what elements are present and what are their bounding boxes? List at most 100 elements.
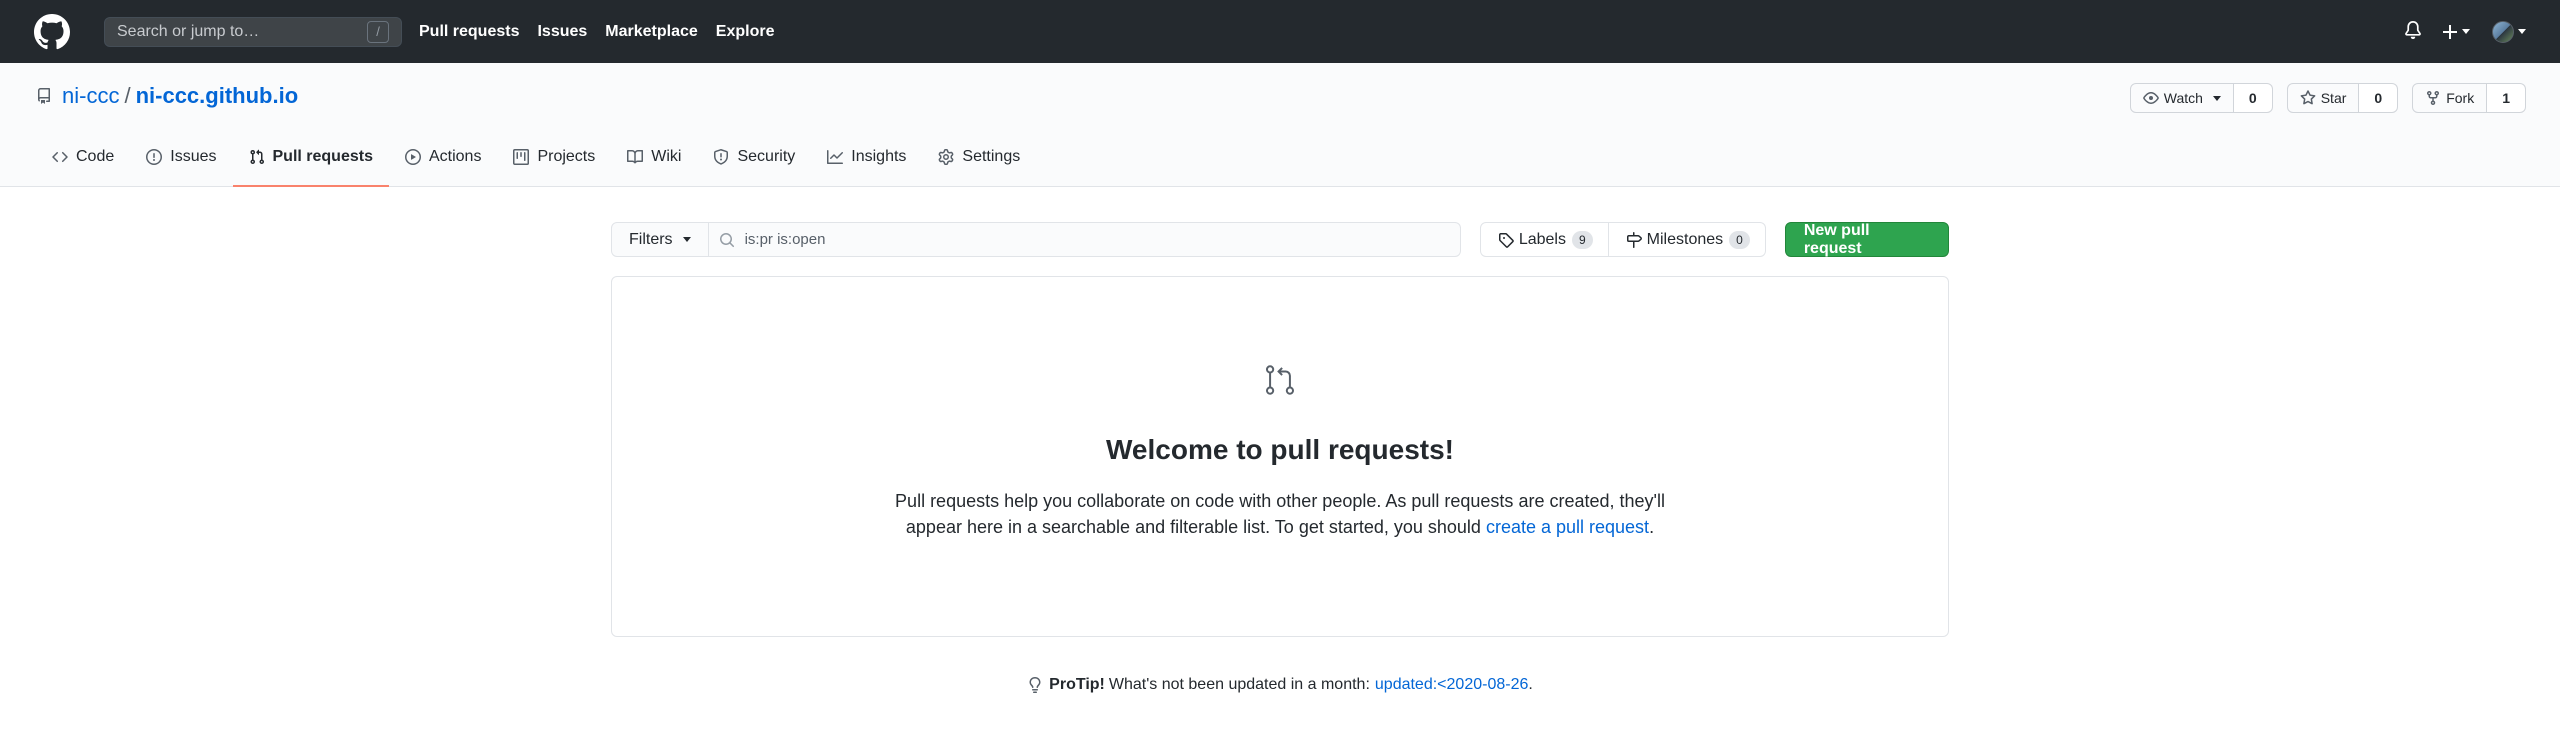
- tab-projects-label: Projects: [537, 147, 596, 165]
- blankslate-line-2-text: appear here in a searchable and filterab…: [905, 517, 1486, 537]
- repo-icon: [36, 88, 52, 104]
- new-pull-request-button[interactable]: New pull request: [1784, 222, 1949, 257]
- tab-wiki-label: Wiki: [651, 147, 682, 165]
- milestones-button[interactable]: Milestones 0: [1608, 222, 1766, 257]
- watch-group: Watch 0: [2129, 83, 2273, 113]
- repo-owner-link[interactable]: ni-ccc: [62, 83, 119, 109]
- protip-label: ProTip!: [1049, 676, 1105, 693]
- tab-wiki[interactable]: Wiki: [611, 128, 697, 187]
- fork-button[interactable]: Fork: [2412, 83, 2488, 113]
- labels-label: Labels: [1518, 230, 1566, 248]
- protip-query-link[interactable]: updated:<2020-08-26: [1375, 676, 1528, 694]
- blankslate: Welcome to pull requests! Pull requests …: [611, 276, 1949, 637]
- create-new-menu[interactable]: [2442, 24, 2470, 40]
- chevron-down-icon: [682, 237, 691, 242]
- filters-button[interactable]: Filters: [611, 222, 709, 257]
- bell-icon[interactable]: [2404, 19, 2422, 45]
- repo-actions: Watch 0 Star 0 Fork 1: [2116, 83, 2526, 113]
- shield-icon: [713, 148, 729, 165]
- blankslate-title: Welcome to pull requests!: [1106, 434, 1454, 465]
- global-search-input[interactable]: Search or jump to… /: [104, 16, 402, 47]
- chevron-down-icon: [2518, 29, 2526, 34]
- fork-count[interactable]: 1: [2487, 83, 2526, 113]
- repo-title: ni-ccc / ni-ccc.github.io: [36, 83, 298, 109]
- git-pull-request-icon: [1263, 363, 1297, 403]
- fork-label: Fork: [2446, 90, 2475, 106]
- tab-pull-requests[interactable]: Pull requests: [232, 128, 389, 187]
- labels-button[interactable]: Labels 9: [1479, 222, 1609, 257]
- project-icon: [513, 148, 530, 165]
- global-nav-pull-requests[interactable]: Pull requests: [419, 23, 519, 41]
- milestone-icon: [1626, 231, 1642, 248]
- tab-projects[interactable]: Projects: [497, 128, 611, 187]
- tab-issues[interactable]: Issues: [130, 128, 232, 187]
- milestones-count: 0: [1729, 230, 1750, 249]
- code-icon: [52, 149, 68, 165]
- top-header: Search or jump to… / Pull requests Issue…: [0, 0, 2560, 63]
- create-pull-request-link[interactable]: create a pull request: [1486, 517, 1649, 537]
- repo-name-link[interactable]: ni-ccc.github.io: [136, 83, 299, 109]
- avatar: [2492, 20, 2514, 43]
- user-menu[interactable]: [2492, 20, 2526, 43]
- protip: ProTip! What's not been updated in a mon…: [611, 676, 1949, 694]
- search-icon: [719, 232, 735, 248]
- blankslate-description: Pull requests help you collaborate on co…: [612, 488, 1948, 540]
- main-content: Filters Labels 9 Milestones 0 New pull r…: [611, 222, 1949, 693]
- blankslate-line-2: appear here in a searchable and filterab…: [612, 514, 1948, 540]
- issue-opened-icon: [146, 148, 163, 165]
- watch-button[interactable]: Watch: [2129, 83, 2234, 113]
- fork-icon: [2425, 90, 2441, 106]
- tab-security[interactable]: Security: [697, 128, 811, 187]
- search-shortcut-key: /: [367, 20, 389, 43]
- filters-label: Filters: [629, 230, 673, 248]
- protip-text: What's not been updated in a month:: [1108, 676, 1370, 693]
- protip-suffix: .: [1528, 676, 1533, 693]
- tag-icon: [1498, 232, 1514, 248]
- star-label: Star: [2320, 90, 2347, 106]
- tab-code-label: Code: [76, 147, 115, 165]
- light-bulb-icon: [1027, 676, 1043, 694]
- chevron-down-icon: [2212, 95, 2221, 101]
- github-logo-icon[interactable]: [34, 13, 70, 50]
- watch-label: Watch: [2163, 90, 2203, 106]
- tab-insights[interactable]: Insights: [811, 128, 922, 187]
- global-nav-explore[interactable]: Explore: [716, 23, 775, 41]
- repo-tabs: Code Issues Pull requests Actions Projec…: [36, 128, 1036, 187]
- tab-pull-requests-label: Pull requests: [272, 147, 373, 165]
- watch-count[interactable]: 0: [2233, 83, 2273, 113]
- plus-icon: [2443, 24, 2457, 39]
- star-count[interactable]: 0: [2359, 83, 2399, 113]
- tab-issues-label: Issues: [170, 147, 217, 165]
- star-icon: [2300, 90, 2316, 106]
- labels-count: 9: [1571, 230, 1593, 249]
- milestones-label: Milestones: [1646, 230, 1724, 248]
- star-button[interactable]: Star: [2286, 83, 2360, 113]
- gear-icon: [938, 148, 954, 165]
- tab-settings[interactable]: Settings: [922, 128, 1036, 187]
- tab-insights-label: Insights: [851, 147, 907, 165]
- star-group: Star 0: [2286, 83, 2399, 113]
- tab-security-label: Security: [737, 147, 796, 165]
- global-nav-marketplace[interactable]: Marketplace: [605, 23, 698, 41]
- header-actions: [2404, 0, 2526, 63]
- chevron-down-icon: [2462, 29, 2470, 34]
- global-nav-issues[interactable]: Issues: [537, 23, 587, 41]
- tab-actions-label: Actions: [428, 147, 482, 165]
- tab-actions[interactable]: Actions: [389, 128, 497, 187]
- fork-group: Fork 1: [2412, 83, 2526, 113]
- global-search-placeholder: Search or jump to…: [117, 22, 260, 40]
- tab-code[interactable]: Code: [36, 128, 130, 187]
- tab-settings-label: Settings: [962, 147, 1021, 165]
- play-icon: [404, 148, 421, 165]
- labels-milestones-group: Labels 9 Milestones 0: [1479, 222, 1766, 257]
- eye-icon: [2142, 90, 2159, 106]
- pr-search-input[interactable]: [744, 231, 1445, 248]
- repo-header: ni-ccc / ni-ccc.github.io Watch 0 Star 0…: [0, 63, 2560, 187]
- repo-path-separator: /: [124, 83, 131, 108]
- book-icon: [627, 149, 644, 165]
- graph-icon: [827, 149, 844, 165]
- pr-search-field: [708, 222, 1461, 257]
- git-pull-request-icon: [249, 149, 265, 165]
- blankslate-line-1: Pull requests help you collaborate on co…: [895, 491, 1665, 511]
- global-nav: Pull requests Issues Marketplace Explore: [419, 23, 792, 41]
